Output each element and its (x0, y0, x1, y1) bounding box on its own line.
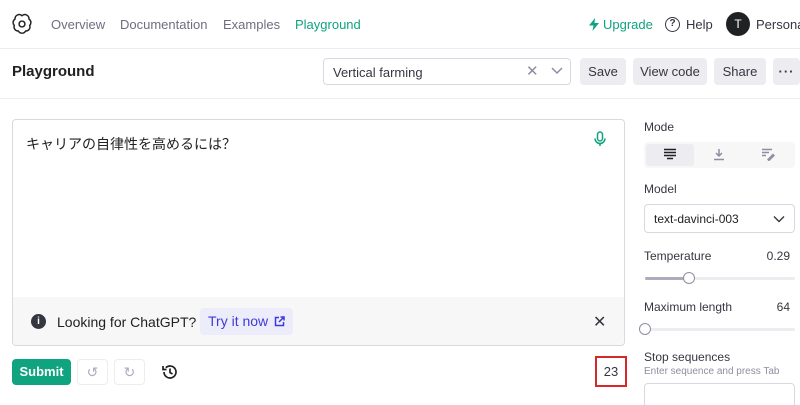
chatgpt-banner: i Looking for ChatGPT? Try it now ✕ (13, 297, 624, 345)
help-label: Help (686, 17, 713, 32)
info-icon: i (31, 314, 46, 329)
max-length-slider[interactable] (639, 323, 795, 335)
chevron-down-icon[interactable] (550, 63, 564, 79)
save-button[interactable]: Save (580, 58, 626, 85)
max-length-slider-thumb[interactable] (639, 323, 651, 335)
more-options-button[interactable]: ··· (773, 58, 800, 85)
clear-icon[interactable]: ✕ (526, 62, 539, 80)
stop-sequences-label: Stop sequences (644, 350, 731, 364)
stop-sequences-hint: Enter sequence and press Tab (644, 366, 780, 377)
history-icon[interactable] (161, 363, 179, 381)
microphone-icon[interactable] (594, 131, 606, 147)
prompt-editor[interactable]: キャリアの自律性を高めるには？ i Looking for ChatGPT? T… (12, 119, 625, 346)
nav-playground-link[interactable]: Playground (295, 17, 361, 32)
model-label: Model (644, 182, 677, 196)
upgrade-label: Upgrade (603, 17, 653, 32)
stop-sequences-input[interactable] (644, 383, 795, 405)
preset-select[interactable]: Vertical farming ✕ (323, 58, 571, 85)
close-icon[interactable]: ✕ (593, 312, 606, 332)
temperature-slider-fill (645, 277, 689, 280)
openai-logo-icon[interactable] (11, 13, 33, 35)
nav-documentation-link[interactable]: Documentation (120, 17, 207, 32)
mode-edit-button[interactable] (744, 144, 792, 166)
temperature-slider[interactable] (645, 272, 795, 284)
mode-label: Mode (644, 120, 675, 134)
external-link-icon (274, 316, 285, 327)
max-length-value[interactable]: 64 (750, 300, 790, 314)
undo-button[interactable]: ↺ (77, 359, 108, 385)
view-code-button[interactable]: View code (633, 58, 707, 85)
preset-value: Vertical farming (333, 65, 423, 80)
edit-mode-icon (762, 148, 775, 162)
avatar[interactable]: T (726, 12, 750, 36)
temperature-value[interactable]: 0.29 (750, 249, 790, 263)
question-icon: ? (665, 17, 680, 32)
nav-overview-link[interactable]: Overview (51, 17, 105, 32)
share-button[interactable]: Share (714, 58, 766, 85)
prompt-text[interactable]: キャリアの自律性を高めるには？ (26, 134, 236, 154)
temperature-slider-thumb[interactable] (682, 272, 695, 284)
mode-complete-button[interactable] (646, 144, 694, 166)
redo-icon: ↻ (123, 364, 136, 380)
submit-button[interactable]: Submit (12, 359, 71, 385)
account-name[interactable]: Persona (756, 17, 800, 32)
top-nav: Overview Documentation Examples Playgrou… (0, 0, 800, 49)
upgrade-link[interactable]: Upgrade (589, 17, 653, 32)
try-chatgpt-label: Try it now (208, 313, 269, 329)
insert-mode-icon (714, 149, 724, 161)
undo-icon: ↺ (86, 364, 99, 380)
mode-selector (644, 142, 795, 168)
playground-header: Playground Vertical farming ✕ Save View … (0, 49, 800, 99)
mode-insert-button[interactable] (695, 144, 743, 166)
banner-text: Looking for ChatGPT? (57, 314, 197, 330)
redo-button[interactable]: ↻ (114, 359, 145, 385)
model-value: text-davinci-003 (654, 212, 739, 226)
nav-examples-link[interactable]: Examples (223, 17, 280, 32)
lightning-icon (589, 18, 599, 31)
help-link[interactable]: ? Help (665, 17, 713, 32)
token-count: 23 (595, 356, 627, 387)
complete-mode-icon (664, 148, 676, 160)
try-chatgpt-button[interactable]: Try it now (200, 308, 294, 335)
chevron-down-icon (773, 216, 785, 223)
max-length-label: Maximum length (644, 300, 733, 314)
page-title: Playground (12, 63, 95, 80)
model-select[interactable]: text-davinci-003 (644, 204, 795, 233)
temperature-label: Temperature (644, 249, 712, 263)
